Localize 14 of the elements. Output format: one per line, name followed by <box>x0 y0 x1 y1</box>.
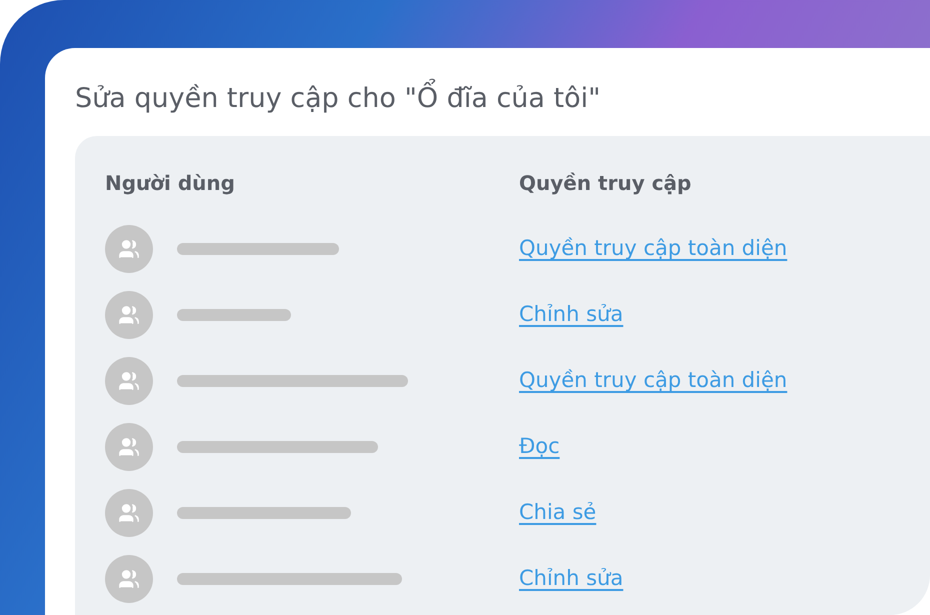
column-header: Người dùng <box>105 170 236 197</box>
users-icon <box>118 304 140 326</box>
column-header: Quyền truy cập <box>519 170 692 197</box>
access-link[interactable]: Quyền truy cập toàn diện <box>519 365 788 396</box>
access-link[interactable]: Chia sẻ <box>519 497 596 528</box>
users-icon <box>118 568 140 590</box>
access-link[interactable]: Đọc <box>519 431 560 462</box>
users-icon <box>118 436 140 458</box>
users-icon <box>118 502 140 524</box>
access-link[interactable]: Quyền truy cập toàn diện <box>519 233 788 264</box>
users-icon <box>118 238 140 260</box>
users-icon <box>118 370 140 392</box>
access-link[interactable]: Chỉnh sửa <box>519 563 624 594</box>
access-link[interactable]: Chỉnh sửa <box>519 299 624 330</box>
